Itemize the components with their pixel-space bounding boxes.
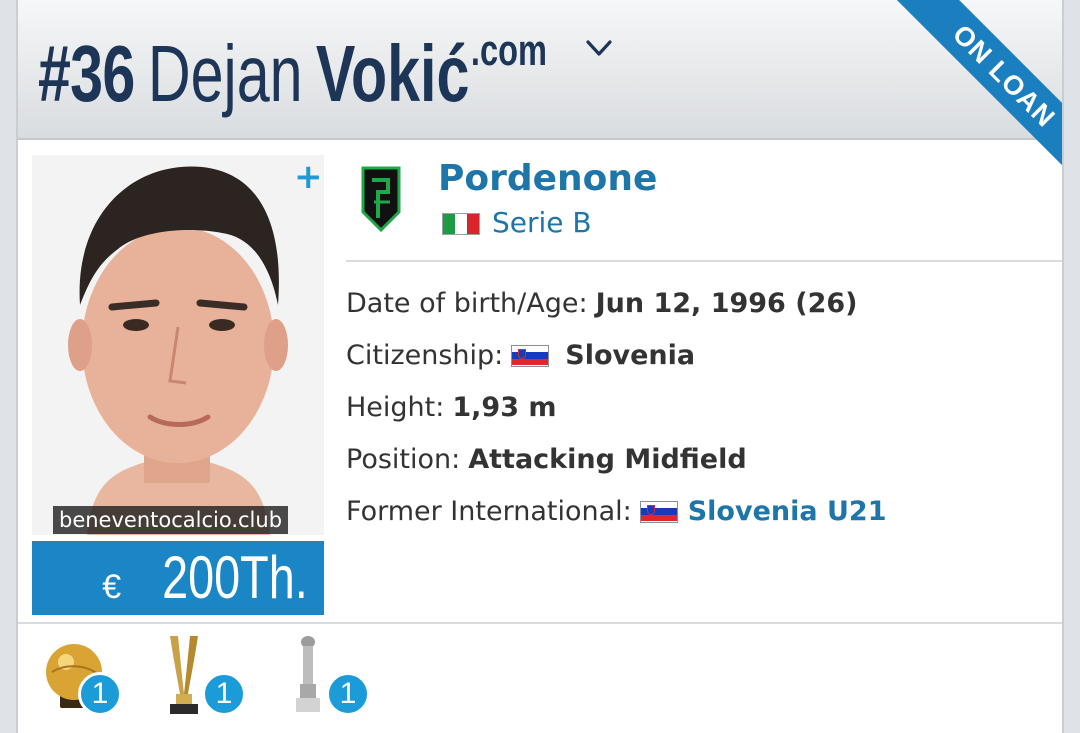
- position-value: Attacking Midfield: [468, 444, 747, 475]
- site-suffix: .com: [470, 26, 547, 75]
- player-title: #36 Dejan Vokić.com: [38, 26, 547, 120]
- league-link[interactable]: Serie B: [492, 206, 592, 239]
- trophy-count-badge: 1: [326, 672, 370, 716]
- last-name: Vokić: [315, 29, 470, 118]
- slovenia-flag-icon: [511, 344, 550, 367]
- on-loan-ribbon: ON LOAN: [896, 0, 1062, 184]
- player-photo: [32, 155, 324, 535]
- trophy-count-badge: 1: [202, 672, 246, 716]
- dob-label: Date of birth/Age:: [346, 288, 588, 319]
- italy-flag-icon: [442, 213, 480, 235]
- dob-value: Jun 12, 1996 (26): [595, 288, 858, 319]
- market-value-button[interactable]: €200Th.: [32, 541, 324, 615]
- player-portrait-image: [32, 155, 324, 535]
- club-crest-icon[interactable]: [360, 166, 402, 232]
- info-row-position: Position: Attacking Midfield: [346, 444, 747, 475]
- height-value: 1,93 m: [452, 392, 557, 423]
- shirt-number: #36: [38, 29, 135, 118]
- citizenship-value: Slovenia: [565, 340, 696, 371]
- trophy-count-badge: 1: [78, 672, 122, 716]
- currency-symbol: €: [102, 568, 122, 606]
- position-label: Position:: [346, 444, 461, 475]
- chevron-down-icon[interactable]: [586, 36, 612, 62]
- add-photo-plus-icon[interactable]: +: [294, 160, 323, 194]
- ribbon-container: ON LOAN: [854, 0, 1062, 200]
- trophy-cup[interactable]: 1: [164, 632, 246, 722]
- photo-credit: beneventocalcio.club: [53, 506, 289, 534]
- international-label: Former International:: [346, 496, 632, 527]
- market-value-amount: 200Th.: [162, 544, 308, 611]
- height-label: Height:: [346, 392, 445, 423]
- trophy-golden-ball[interactable]: 1: [44, 632, 124, 722]
- trophy-silver[interactable]: 1: [288, 632, 370, 722]
- trophies-divider: [18, 622, 1062, 624]
- player-card: #36 Dejan Vokić.com ON LOAN beneventocalci…: [16, 0, 1064, 733]
- first-name: Dejan: [147, 29, 303, 118]
- info-row-international: Former International: Slovenia U21: [346, 496, 887, 527]
- section-divider: [346, 260, 1062, 262]
- info-row-dob: Date of birth/Age: Jun 12, 1996 (26): [346, 288, 858, 319]
- info-row-citizenship: Citizenship: Slovenia: [346, 340, 695, 371]
- club-link[interactable]: Pordenone: [438, 158, 657, 199]
- info-row-height: Height: 1,93 m: [346, 392, 557, 423]
- citizenship-label: Citizenship:: [346, 340, 504, 371]
- slovenia-flag-icon: [639, 500, 678, 523]
- international-team-link[interactable]: Slovenia U21: [688, 496, 887, 527]
